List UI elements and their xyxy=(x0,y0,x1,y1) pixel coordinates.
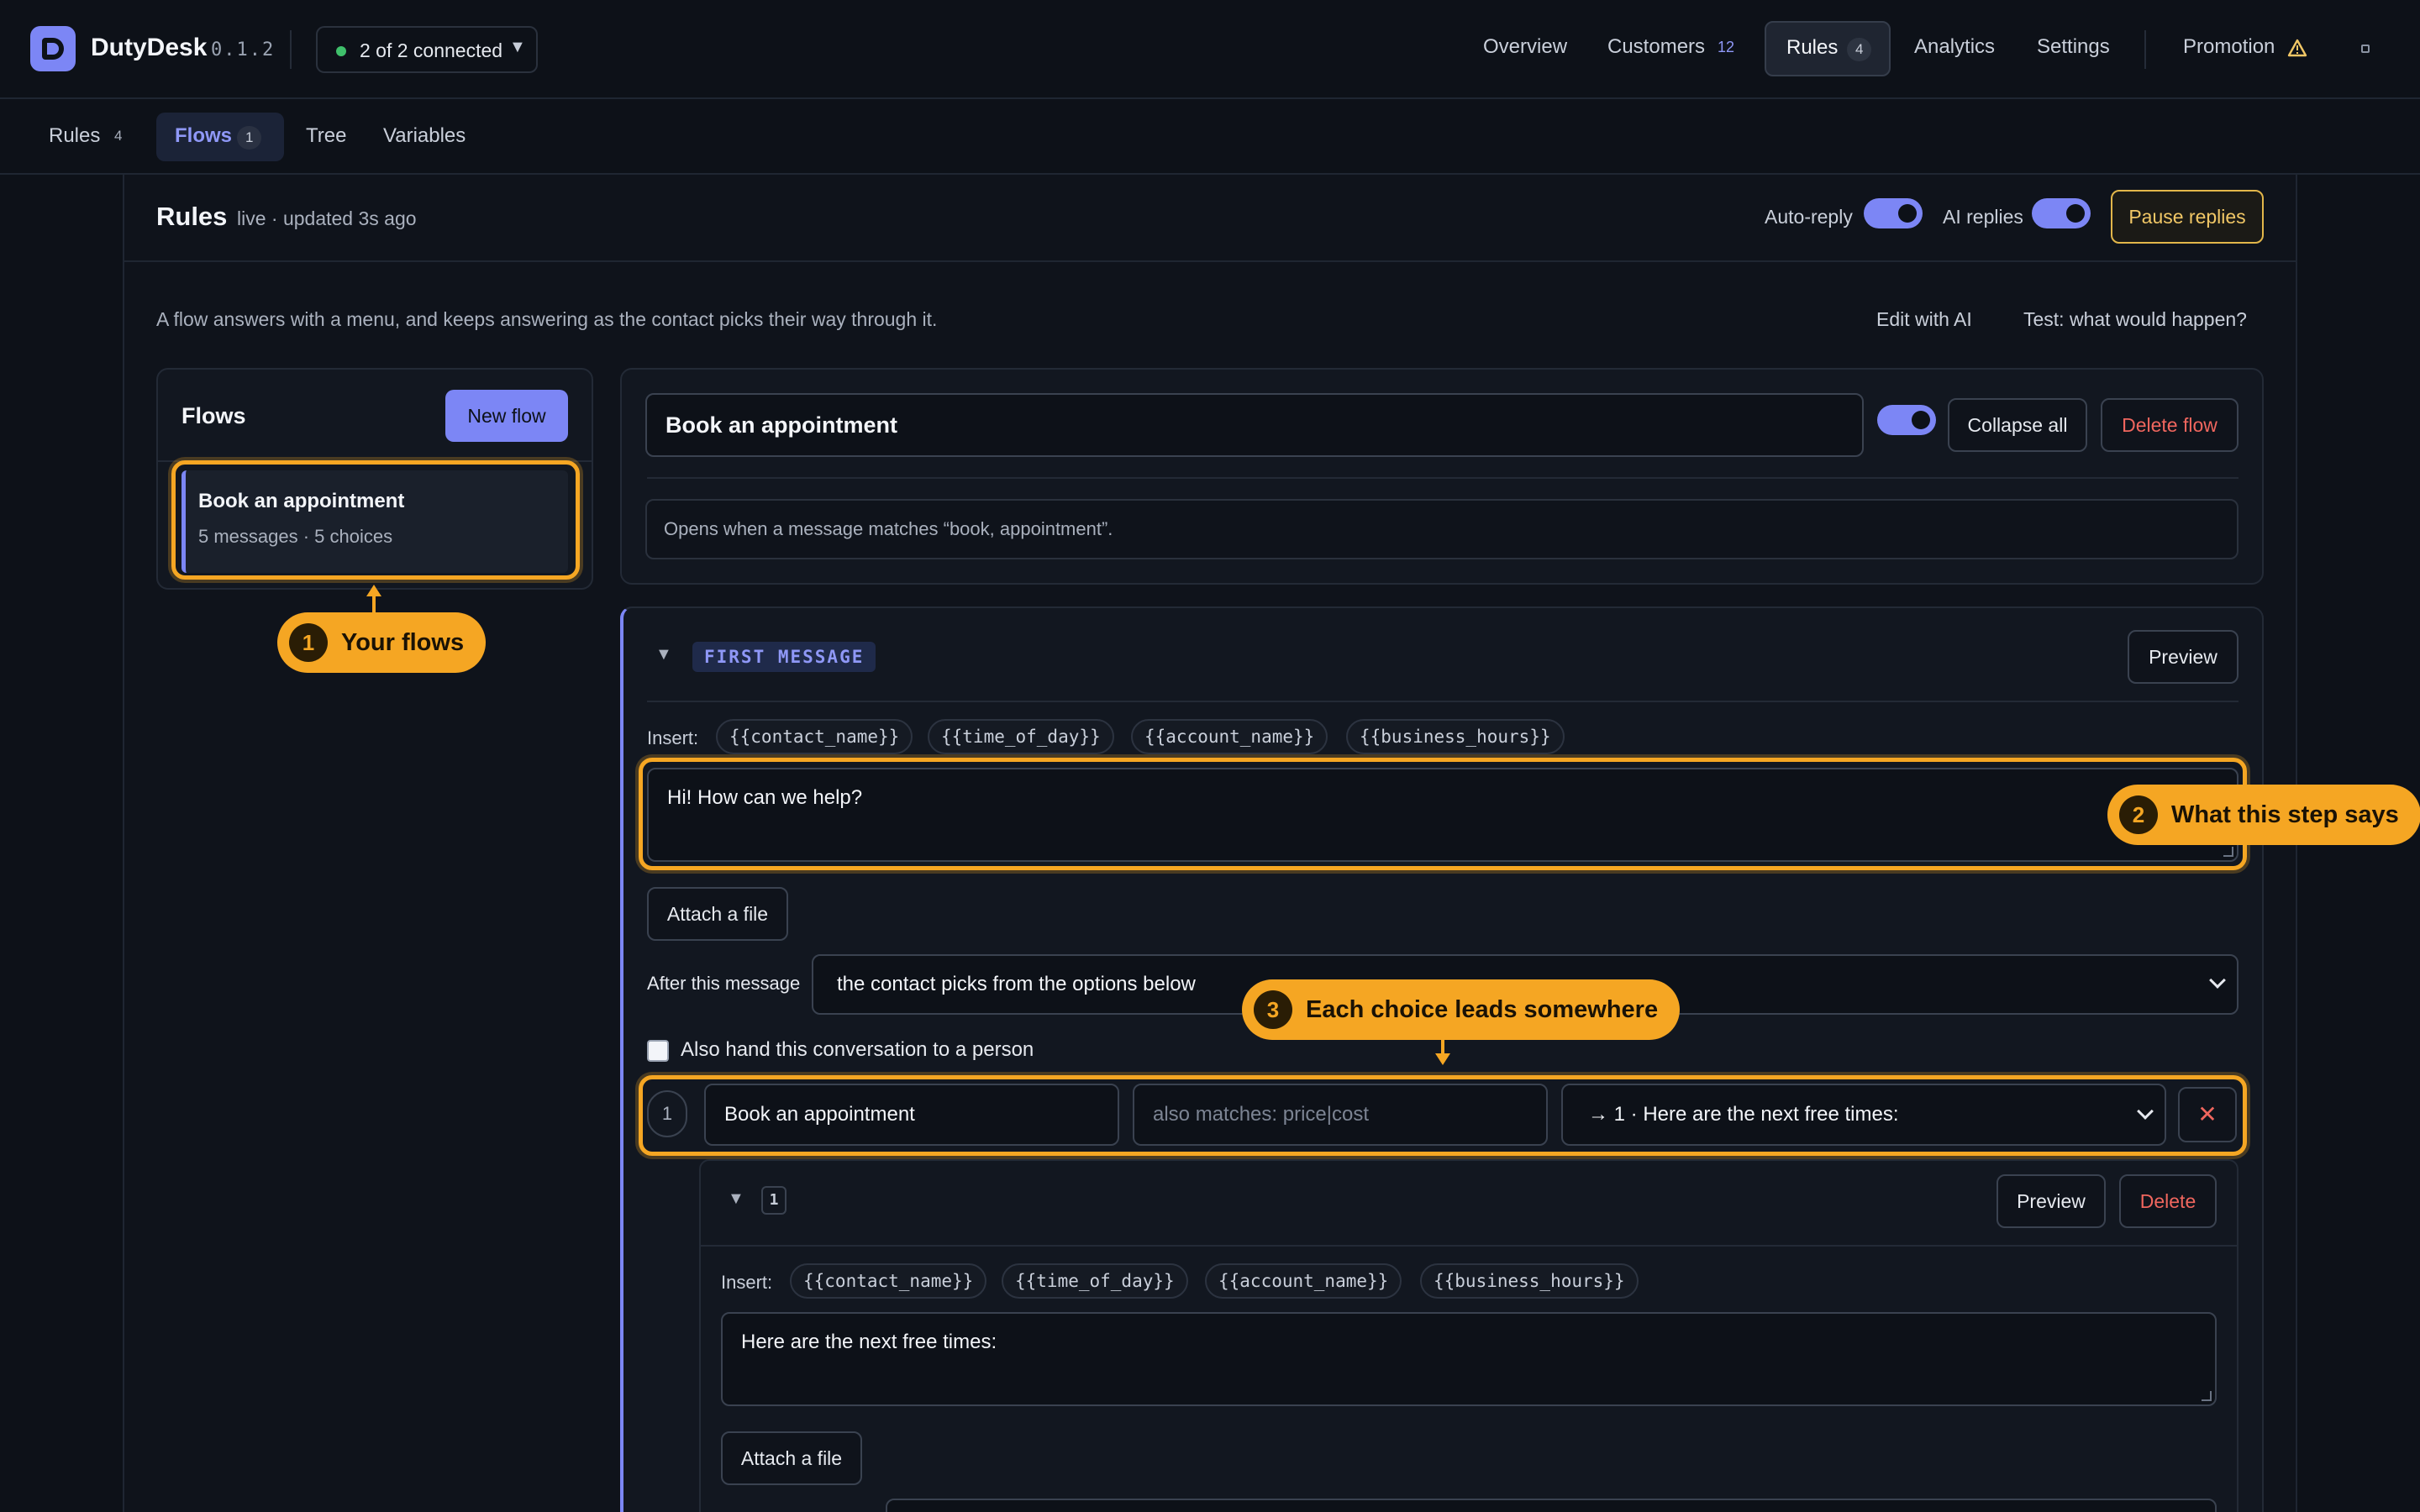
connection-status: 2 of 2 connected xyxy=(360,39,503,61)
after-message-label: After this message xyxy=(647,973,801,994)
online-status-icon xyxy=(336,46,346,56)
variable-chip[interactable]: {{account_name}} xyxy=(1131,719,1328,754)
variable-chip[interactable]: {{business_hours}} xyxy=(1420,1263,1639,1299)
tab-flows[interactable]: Flows 1 xyxy=(156,113,284,161)
edit-with-ai-link[interactable]: Edit with AI xyxy=(1876,308,1972,331)
tab-variables[interactable]: Variables xyxy=(383,124,466,148)
ai-replies-toggle[interactable] xyxy=(2032,198,2091,228)
highlight-choice xyxy=(639,1075,2247,1156)
highlight-flows xyxy=(171,460,580,580)
step-label: FIRST MESSAGE xyxy=(692,642,876,672)
callout-text: Your flows xyxy=(341,629,465,656)
chevron-down-icon xyxy=(2209,972,2226,989)
new-flow-button[interactable]: New flow xyxy=(445,390,568,442)
delete-flow-button[interactable]: Delete flow xyxy=(2101,398,2238,452)
test-link[interactable]: Test: what would happen? xyxy=(2023,308,2247,331)
live-status: live · updated 3s ago xyxy=(237,207,417,229)
handoff-checkbox[interactable] xyxy=(647,1040,669,1062)
ai-replies-label: AI replies xyxy=(1943,206,2023,228)
flows-count-badge: 1 xyxy=(237,126,262,150)
window-icon[interactable] xyxy=(2361,45,2370,53)
rules-count-badge: 4 xyxy=(1847,38,1872,61)
logo-icon xyxy=(30,26,76,71)
auto-reply-label: Auto-reply xyxy=(1765,206,1853,228)
app-name: DutyDesk xyxy=(91,34,208,61)
handoff-label: Also hand this conversation to a person xyxy=(681,1038,1034,1061)
warning-icon xyxy=(2287,39,2307,57)
divider xyxy=(647,477,2238,479)
nested-message-text: Here are the next free times: xyxy=(741,1331,997,1353)
flows-panel-title: Flows xyxy=(182,403,246,428)
auto-reply-toggle[interactable] xyxy=(1864,198,1923,228)
highlight-message xyxy=(639,758,2247,870)
variable-chip[interactable]: {{time_of_day}} xyxy=(928,719,1114,754)
nested-preview-button[interactable]: Preview xyxy=(1996,1174,2106,1228)
callout-number: 1 xyxy=(289,623,328,662)
divider xyxy=(2144,30,2146,69)
flow-name-input[interactable] xyxy=(645,393,1864,457)
nav-rules-label: Rules xyxy=(1786,36,1839,59)
preview-button[interactable]: Preview xyxy=(2128,630,2238,684)
callout-number: 2 xyxy=(2119,795,2158,834)
nav-promotion[interactable]: Promotion xyxy=(2183,35,2275,59)
variable-chip[interactable]: {{time_of_day}} xyxy=(1002,1263,1188,1299)
variable-chip[interactable]: {{account_name}} xyxy=(1205,1263,1402,1299)
callout-text: Each choice leads somewhere xyxy=(1306,996,1659,1023)
divider xyxy=(701,1245,2237,1247)
callout-step-says: 2 What this step says xyxy=(2107,785,2420,845)
trigger-text: Opens when a message matches “book, appo… xyxy=(664,518,1113,539)
page-title: Rules xyxy=(156,202,228,231)
nested-delete-button[interactable]: Delete xyxy=(2119,1174,2217,1228)
attach-file-button[interactable]: Attach a file xyxy=(647,887,788,941)
caret-down-icon: ▼ xyxy=(509,38,526,56)
pause-replies-button[interactable]: Pause replies xyxy=(2111,190,2264,244)
divider xyxy=(124,260,2296,262)
nav-rules[interactable]: Rules 4 xyxy=(1765,21,1891,76)
nested-after-select[interactable] xyxy=(886,1499,2217,1512)
nav-customers[interactable]: Customers xyxy=(1607,35,1705,59)
tab-flows-label: Flows xyxy=(175,124,233,147)
variable-chip[interactable]: {{contact_name}} xyxy=(790,1263,987,1299)
insert-label: Insert: xyxy=(647,727,699,748)
page-description: A flow answers with a menu, and keeps an… xyxy=(156,308,938,330)
arrow-down-icon xyxy=(1435,1053,1450,1065)
nested-step-number: 1 xyxy=(761,1186,786,1215)
sub-tab-bar xyxy=(0,99,2420,175)
collapse-toggle-icon[interactable]: ▼ xyxy=(728,1189,744,1209)
app-version: 0.1.2 xyxy=(211,39,276,60)
callout-text: What this step says xyxy=(2171,801,2399,828)
variable-chip[interactable]: {{business_hours}} xyxy=(1346,719,1565,754)
nav-analytics[interactable]: Analytics xyxy=(1914,35,1995,59)
connection-dropdown[interactable]: 2 of 2 connected ▼ xyxy=(316,26,538,73)
nested-message-textarea[interactable]: Here are the next free times: xyxy=(721,1312,2217,1406)
divider xyxy=(290,30,292,69)
flow-enabled-toggle[interactable] xyxy=(1877,405,1936,435)
tab-rules-count: 4 xyxy=(114,128,123,144)
nav-overview[interactable]: Overview xyxy=(1483,35,1567,59)
divider xyxy=(647,701,2238,702)
tab-tree[interactable]: Tree xyxy=(306,124,346,148)
tab-rules[interactable]: Rules xyxy=(49,124,100,148)
customers-count: 12 xyxy=(1718,39,1735,55)
nav-settings[interactable]: Settings xyxy=(2037,35,2110,59)
callout-choice: 3 Each choice leads somewhere xyxy=(1242,979,1681,1040)
arrow-up-icon xyxy=(366,585,381,596)
callout-number: 3 xyxy=(1254,990,1292,1029)
insert-label: Insert: xyxy=(721,1272,773,1293)
variable-chip[interactable]: {{contact_name}} xyxy=(716,719,913,754)
resize-handle-icon[interactable] xyxy=(2202,1391,2212,1401)
nested-attach-file-button[interactable]: Attach a file xyxy=(721,1431,862,1485)
after-message-value: the contact picks from the options below xyxy=(837,973,1196,995)
collapse-toggle-icon[interactable]: ▼ xyxy=(655,645,672,664)
callout-your-flows: 1 Your flows xyxy=(277,612,487,673)
collapse-all-button[interactable]: Collapse all xyxy=(1948,398,2087,452)
